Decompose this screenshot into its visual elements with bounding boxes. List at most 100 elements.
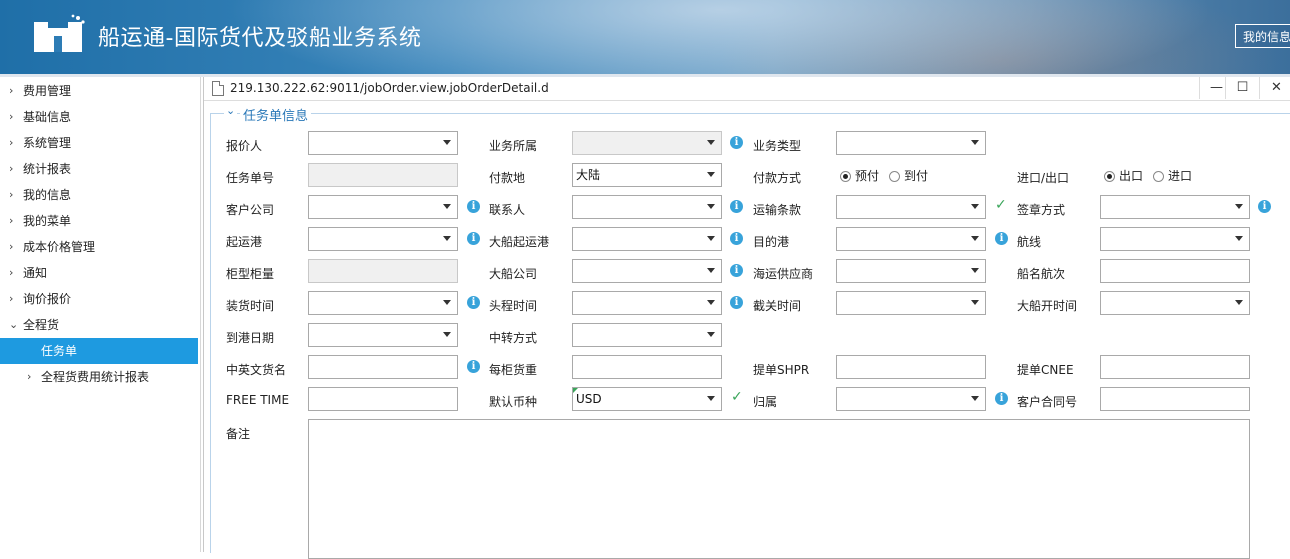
- info-icon[interactable]: i: [1258, 200, 1271, 213]
- chevron-down-icon[interactable]: ⌄: [224, 104, 238, 117]
- sidebar-item-label: 询价报价: [23, 292, 72, 306]
- chevron-right-icon: ›: [9, 110, 14, 123]
- info-icon[interactable]: i: [995, 232, 1008, 245]
- sidebar-item-my-menu[interactable]: › 我的菜单: [0, 208, 198, 234]
- my-info-button[interactable]: 我的信息: [1235, 24, 1290, 48]
- transship-label: 中转方式: [489, 331, 538, 345]
- sidebar-item-full-cargo-fee-report[interactable]: › 全程货费用统计报表: [0, 364, 198, 390]
- info-icon[interactable]: i: [730, 136, 743, 149]
- loading-time-select[interactable]: [308, 291, 458, 315]
- default-currency-select[interactable]: USD: [572, 387, 722, 411]
- info-icon[interactable]: i: [730, 200, 743, 213]
- cutoff-time-select[interactable]: [836, 291, 986, 315]
- payment-place-label: 付款地: [489, 171, 526, 185]
- customer-contract-input[interactable]: [1100, 387, 1250, 411]
- info-icon[interactable]: i: [467, 200, 480, 213]
- sidebar-item-label: 系统管理: [23, 136, 72, 150]
- chevron-down-icon: [443, 332, 451, 337]
- arrival-date-select[interactable]: [308, 323, 458, 347]
- chevron-right-icon: ›: [9, 214, 14, 227]
- info-icon[interactable]: i: [730, 232, 743, 245]
- ocean-supplier-select[interactable]: [836, 259, 986, 283]
- route-select[interactable]: [1100, 227, 1250, 251]
- customer-company-label: 客户公司: [226, 203, 275, 217]
- business-owner-select[interactable]: [572, 131, 722, 155]
- chevron-down-icon: [1235, 204, 1243, 209]
- container-field: [308, 259, 458, 283]
- chevron-down-icon: ⌄: [9, 318, 19, 331]
- dialog-titlebar: 219.130.222.62:9011/jobOrder.view.jobOrd…: [204, 77, 1290, 101]
- info-icon[interactable]: i: [467, 360, 480, 373]
- goods-name-input[interactable]: [308, 355, 458, 379]
- arrival-date-label: 到港日期: [226, 331, 275, 345]
- vessel-company-select[interactable]: [572, 259, 722, 283]
- close-button[interactable]: ✕: [1259, 77, 1290, 99]
- chevron-right-icon: ›: [9, 188, 14, 201]
- info-icon[interactable]: i: [730, 296, 743, 309]
- sidebar-item-system-management[interactable]: › 系统管理: [0, 130, 198, 156]
- info-icon[interactable]: i: [467, 232, 480, 245]
- remarks-textarea[interactable]: [308, 419, 1250, 559]
- first-leg-time-label: 头程时间: [489, 299, 538, 313]
- destination-select[interactable]: [836, 227, 986, 251]
- info-icon[interactable]: i: [995, 392, 1008, 405]
- payment-collect-radio[interactable]: 到付: [889, 167, 928, 184]
- sidebar-item-label: 基础信息: [23, 110, 72, 124]
- chevron-down-icon: [707, 268, 715, 273]
- sidebar-item-basic-info[interactable]: › 基础信息: [0, 104, 198, 130]
- maximize-button[interactable]: ☐: [1225, 77, 1259, 99]
- payment-place-select[interactable]: 大陆: [572, 163, 722, 187]
- sidebar-item-reports[interactable]: › 统计报表: [0, 156, 198, 182]
- sidebar-item-inquiry-quote[interactable]: › 询价报价: [0, 286, 198, 312]
- transship-select[interactable]: [572, 323, 722, 347]
- chevron-down-icon: [707, 332, 715, 337]
- first-leg-time-select[interactable]: [572, 291, 722, 315]
- payment-prepaid-radio[interactable]: 预付: [840, 167, 879, 184]
- radio-label: 预付: [855, 169, 880, 183]
- sidebar-item-fee-management[interactable]: › 费用管理: [0, 78, 198, 104]
- customer-company-select[interactable]: [308, 195, 458, 219]
- check-icon: ✓: [995, 197, 1007, 213]
- section-border-left: [210, 113, 211, 553]
- sidebar-item-label: 全程货: [23, 318, 60, 332]
- import-radio[interactable]: 进口: [1153, 167, 1192, 184]
- chevron-down-icon: [971, 268, 979, 273]
- contact-select[interactable]: [572, 195, 722, 219]
- vessel-departure-select[interactable]: [1100, 291, 1250, 315]
- shipping-terms-label: 运输条款: [753, 203, 802, 217]
- sidebar-item-label: 我的信息: [23, 188, 72, 202]
- sidebar-item-full-cargo[interactable]: ⌄ 全程货: [0, 312, 198, 338]
- bl-consignee-input[interactable]: [1100, 355, 1250, 379]
- info-icon[interactable]: i: [467, 296, 480, 309]
- free-time-input[interactable]: [308, 387, 458, 411]
- sidebar-item-task-order[interactable]: 任务单: [0, 338, 198, 364]
- radio-label: 出口: [1119, 169, 1144, 183]
- vessel-pol-select[interactable]: [572, 227, 722, 251]
- weight-per-container-input[interactable]: [572, 355, 722, 379]
- sidebar-item-cost-price[interactable]: › 成本价格管理: [0, 234, 198, 260]
- bl-shipper-input[interactable]: [836, 355, 986, 379]
- stamp-method-label: 签章方式: [1017, 203, 1066, 217]
- chevron-down-icon: [971, 396, 979, 401]
- chevron-down-icon: [1235, 300, 1243, 305]
- vessel-departure-label: 大船开时间: [1017, 299, 1078, 313]
- sidebar-item-notice[interactable]: › 通知: [0, 260, 198, 286]
- info-icon[interactable]: i: [730, 264, 743, 277]
- chevron-right-icon: ›: [9, 162, 14, 175]
- business-type-select[interactable]: [836, 131, 986, 155]
- export-radio[interactable]: 出口: [1104, 167, 1143, 184]
- sidebar-item-my-info[interactable]: › 我的信息: [0, 182, 198, 208]
- business-type-label: 业务类型: [753, 139, 802, 153]
- chevron-down-icon: [443, 140, 451, 145]
- radio-label: 进口: [1168, 169, 1193, 183]
- remarks-label: 备注: [226, 427, 251, 441]
- sidebar: › 费用管理 › 基础信息 › 系统管理 › 统计报表 › 我的信息 › 我的菜单 › 成本价…: [0, 77, 201, 552]
- belongs-select[interactable]: [836, 387, 986, 411]
- quoter-select[interactable]: [308, 131, 458, 155]
- chevron-down-icon: [707, 140, 715, 145]
- pol-select[interactable]: [308, 227, 458, 251]
- stamp-method-select[interactable]: [1100, 195, 1250, 219]
- shipping-terms-select[interactable]: [836, 195, 986, 219]
- vessel-voyage-input[interactable]: [1100, 259, 1250, 283]
- bl-consignee-label: 提单CNEE: [1017, 363, 1074, 377]
